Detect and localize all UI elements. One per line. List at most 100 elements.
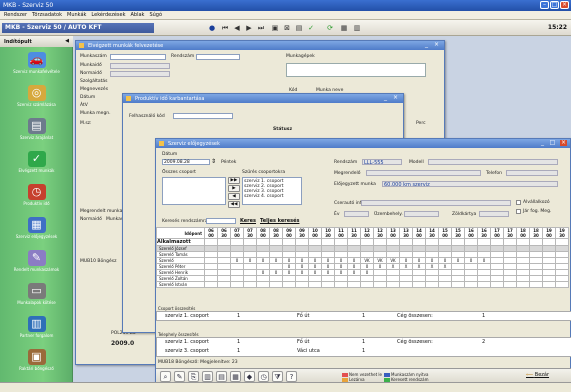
previous-record-icon[interactable]: ◀ <box>232 23 242 33</box>
grid-cell[interactable] <box>373 238 387 246</box>
grid-cell[interactable] <box>308 238 322 246</box>
menu-item-munkak[interactable]: Munkák <box>67 12 86 18</box>
summary-row[interactable]: szerviz 1. csoport 1 Fő út 1 Cég összesen: 1 <box>157 313 571 321</box>
all-groups-list[interactable] <box>162 177 226 205</box>
minimize-button[interactable]: _ <box>382 95 389 101</box>
history-icon[interactable]: ◷ <box>258 371 269 382</box>
close-button[interactable]: × <box>560 1 569 9</box>
grid-cell[interactable] <box>529 281 543 288</box>
copy-icon[interactable]: ⎘ <box>188 371 199 382</box>
grid-cell[interactable] <box>269 238 283 246</box>
munkagepek-list[interactable] <box>286 63 426 77</box>
next-record-icon[interactable]: ▶ <box>244 23 254 33</box>
grid-cell[interactable] <box>373 281 387 288</box>
elojegyzett-munka-field[interactable]: 60.000 km szerviz <box>382 181 558 188</box>
megrendelo-field[interactable] <box>366 170 481 176</box>
grid-cell[interactable] <box>490 238 504 246</box>
grid-cell[interactable] <box>360 281 374 288</box>
grid-cell[interactable] <box>269 281 283 288</box>
grid-cell[interactable] <box>217 281 231 288</box>
tag-icon[interactable]: ◆ <box>244 371 255 382</box>
grid-cell[interactable] <box>555 281 569 288</box>
menu-item-ablak[interactable]: Ablak <box>130 12 144 18</box>
grid-cell[interactable] <box>542 281 556 288</box>
new-record-icon[interactable]: ▣ <box>270 23 280 33</box>
grid-cell[interactable] <box>334 238 348 246</box>
menu-item-rendszer[interactable]: Rendszer <box>4 12 27 18</box>
sidebar-item[interactable]: ▤ Szerviz árajánlat <box>0 118 73 140</box>
search-icon[interactable]: ⌕ <box>160 371 171 382</box>
close-button[interactable]: × <box>392 95 399 101</box>
grid-cell[interactable] <box>334 281 348 288</box>
sidebar-item[interactable]: ✎ Rendelt munkaszámok <box>0 250 73 272</box>
summary-row[interactable]: szerviz 3. csoport 1 Váci utca 1 <box>157 348 571 356</box>
grid-cell[interactable] <box>412 238 426 246</box>
grid-cell[interactable] <box>490 281 504 288</box>
munkaszam-field[interactable] <box>110 54 166 60</box>
list-icon[interactable]: ▤ <box>216 371 227 382</box>
grid-cell[interactable] <box>399 281 413 288</box>
sidebar-item[interactable]: ▭ Munkalapok kötése <box>0 283 73 305</box>
uzembehely-field[interactable] <box>404 211 439 217</box>
grid-cell[interactable] <box>503 238 517 246</box>
grid-cell[interactable] <box>204 281 218 288</box>
grid-cell[interactable] <box>243 238 257 246</box>
grid-cell[interactable] <box>425 238 439 246</box>
grid-cell[interactable] <box>399 238 413 246</box>
munkaido-field[interactable] <box>110 63 170 69</box>
sidebar-item[interactable]: 🚗 Szerviz munkafelvétele <box>0 52 73 74</box>
save-icon[interactable]: ▤ <box>294 23 304 33</box>
exit-button[interactable]: ⟸ Bezár <box>526 372 549 378</box>
grid-cell[interactable] <box>425 281 439 288</box>
grid-cell[interactable] <box>464 281 478 288</box>
grid-cell[interactable] <box>503 281 517 288</box>
grid-cell[interactable] <box>321 238 335 246</box>
grid-cell[interactable] <box>516 238 530 246</box>
felhasznalo-kod-field[interactable] <box>173 113 233 119</box>
alvallalkozo-checkbox[interactable] <box>516 200 521 205</box>
grid-cell[interactable] <box>321 281 335 288</box>
grid-cell[interactable] <box>477 238 491 246</box>
group-item[interactable]: szerviz 4. csoport <box>244 194 300 199</box>
calendar-icon[interactable]: ▦ <box>339 23 349 33</box>
grid-cell[interactable] <box>451 281 465 288</box>
delete-record-icon[interactable]: ⊠ <box>282 23 292 33</box>
first-record-icon[interactable]: ⏮ <box>220 23 230 33</box>
info-icon[interactable]: ● <box>207 23 217 33</box>
grid-cell[interactable] <box>386 238 400 246</box>
maximize-button[interactable]: □ <box>549 140 556 146</box>
remove-all-button[interactable]: ◀◀ <box>228 201 240 208</box>
rendszam-field[interactable] <box>196 54 240 60</box>
grid-cell[interactable] <box>412 281 426 288</box>
sidebar-item[interactable]: ▦ Szerviz előjegyzések <box>0 217 73 239</box>
collapse-icon[interactable]: ◀ <box>65 38 69 44</box>
grid-cell[interactable] <box>360 238 374 246</box>
remove-button[interactable]: ◀ <box>228 193 240 200</box>
maximize-button[interactable]: □ <box>550 1 559 9</box>
grid-cell[interactable] <box>243 281 257 288</box>
grid-cell[interactable] <box>438 238 452 246</box>
print-icon[interactable]: ▥ <box>202 371 213 382</box>
grid-cell[interactable] <box>555 238 569 246</box>
sidebar-item[interactable]: ▥ Partner forgalom <box>0 316 73 338</box>
datum-field[interactable]: 2009.08.28 <box>162 159 210 165</box>
cserauto-field[interactable] <box>361 200 511 206</box>
grid-cell[interactable] <box>308 281 322 288</box>
grid-cell[interactable] <box>516 281 530 288</box>
zoldkartya-field[interactable] <box>479 211 509 217</box>
grid-cell[interactable] <box>347 281 361 288</box>
grid-cell[interactable] <box>230 238 244 246</box>
keres-button[interactable]: Keres <box>240 218 256 224</box>
add-all-button[interactable]: ▶▶ <box>228 177 240 184</box>
sidebar-item[interactable]: ◷ Produktív idő <box>0 184 73 206</box>
telefon-field[interactable] <box>506 170 558 176</box>
company-selector[interactable]: MKB - Szerviz 50 / AUTO KFT <box>2 23 154 33</box>
close-button[interactable]: × <box>433 42 440 48</box>
last-record-icon[interactable]: ⏭ <box>256 23 266 33</box>
refresh-icon[interactable]: ⟳ <box>325 23 335 33</box>
grid-cell[interactable] <box>295 238 309 246</box>
grid-cell[interactable] <box>529 238 543 246</box>
minimize-button[interactable]: _ <box>539 140 546 146</box>
filter-icon[interactable]: ⧩ <box>272 371 283 382</box>
sidebar-item[interactable]: ▣ Raktári bőngésző <box>0 349 73 371</box>
